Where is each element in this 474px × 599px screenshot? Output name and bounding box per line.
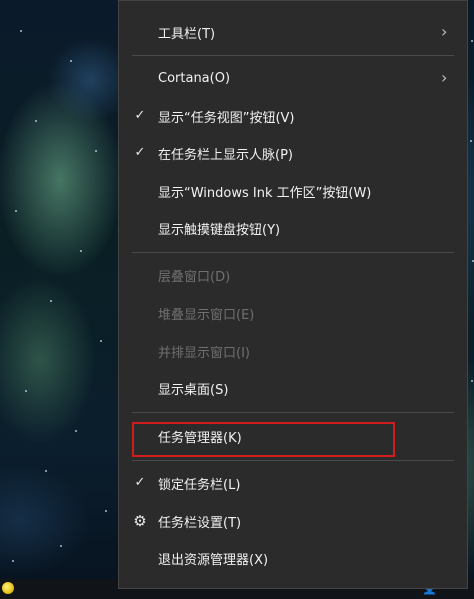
- menu-item-show-people[interactable]: ✓ 在任务栏上显示人脉(P): [119, 135, 467, 171]
- menu-item-label: Cortana(O): [158, 70, 231, 86]
- menu-separator: [132, 252, 454, 253]
- menu-item-touch-keyboard[interactable]: 显示触摸键盘按钮(Y): [119, 210, 467, 246]
- menu-item-show-desktop[interactable]: 显示桌面(S): [119, 370, 467, 406]
- menu-separator: [132, 55, 454, 56]
- menu-item-label: 层叠窗口(D): [158, 269, 231, 285]
- highlight-box: [132, 422, 395, 457]
- menu-item-label: 退出资源管理器(X): [158, 552, 269, 568]
- app-icon[interactable]: [2, 582, 14, 594]
- gear-icon: ⚙: [133, 512, 147, 530]
- chevron-right-icon: ›: [441, 22, 448, 41]
- menu-item-label: 锁定任务栏(L): [158, 477, 241, 493]
- menu-separator: [132, 412, 454, 413]
- menu-item-label: 任务栏设置(T): [158, 515, 242, 531]
- menu-item-label: 在任务栏上显示人脉(P): [158, 147, 293, 163]
- menu-item-label: 显示“Windows Ink 工作区”按钮(W): [158, 185, 372, 201]
- menu-item-stack-windows: 堆叠显示窗口(E): [119, 295, 467, 331]
- menu-item-exit-explorer[interactable]: 退出资源管理器(X): [119, 540, 467, 576]
- menu-item-cortana[interactable]: Cortana(O) ›: [119, 60, 467, 96]
- menu-item-label: 并排显示窗口(I): [158, 345, 250, 361]
- menu-item-windows-ink[interactable]: 显示“Windows Ink 工作区”按钮(W): [119, 173, 467, 209]
- menu-item-label: 显示触摸键盘按钮(Y): [158, 222, 281, 238]
- menu-item-label: 堆叠显示窗口(E): [158, 307, 255, 323]
- menu-item-label: 显示桌面(S): [158, 382, 229, 398]
- menu-item-side-by-side: 并排显示窗口(I): [119, 333, 467, 369]
- taskbar-context-menu: 工具栏(T) › Cortana(O) › ✓ 显示“任务视图”按钮(V) ✓ …: [118, 0, 468, 589]
- menu-item-show-task-view[interactable]: ✓ 显示“任务视图”按钮(V): [119, 98, 467, 134]
- checkmark-icon: ✓: [134, 145, 146, 160]
- menu-item-lock-taskbar[interactable]: ✓ 锁定任务栏(L): [119, 465, 467, 501]
- menu-separator: [132, 460, 454, 461]
- menu-item-label: 显示“任务视图”按钮(V): [158, 110, 295, 126]
- chevron-right-icon: ›: [441, 68, 448, 87]
- menu-item-toolbars[interactable]: 工具栏(T) ›: [119, 14, 467, 50]
- menu-item-label: 工具栏(T): [158, 26, 216, 42]
- checkmark-icon: ✓: [134, 108, 146, 123]
- menu-item-cascade-windows: 层叠窗口(D): [119, 257, 467, 293]
- checkmark-icon: ✓: [134, 475, 146, 490]
- menu-item-taskbar-settings[interactable]: ⚙ 任务栏设置(T): [119, 503, 467, 539]
